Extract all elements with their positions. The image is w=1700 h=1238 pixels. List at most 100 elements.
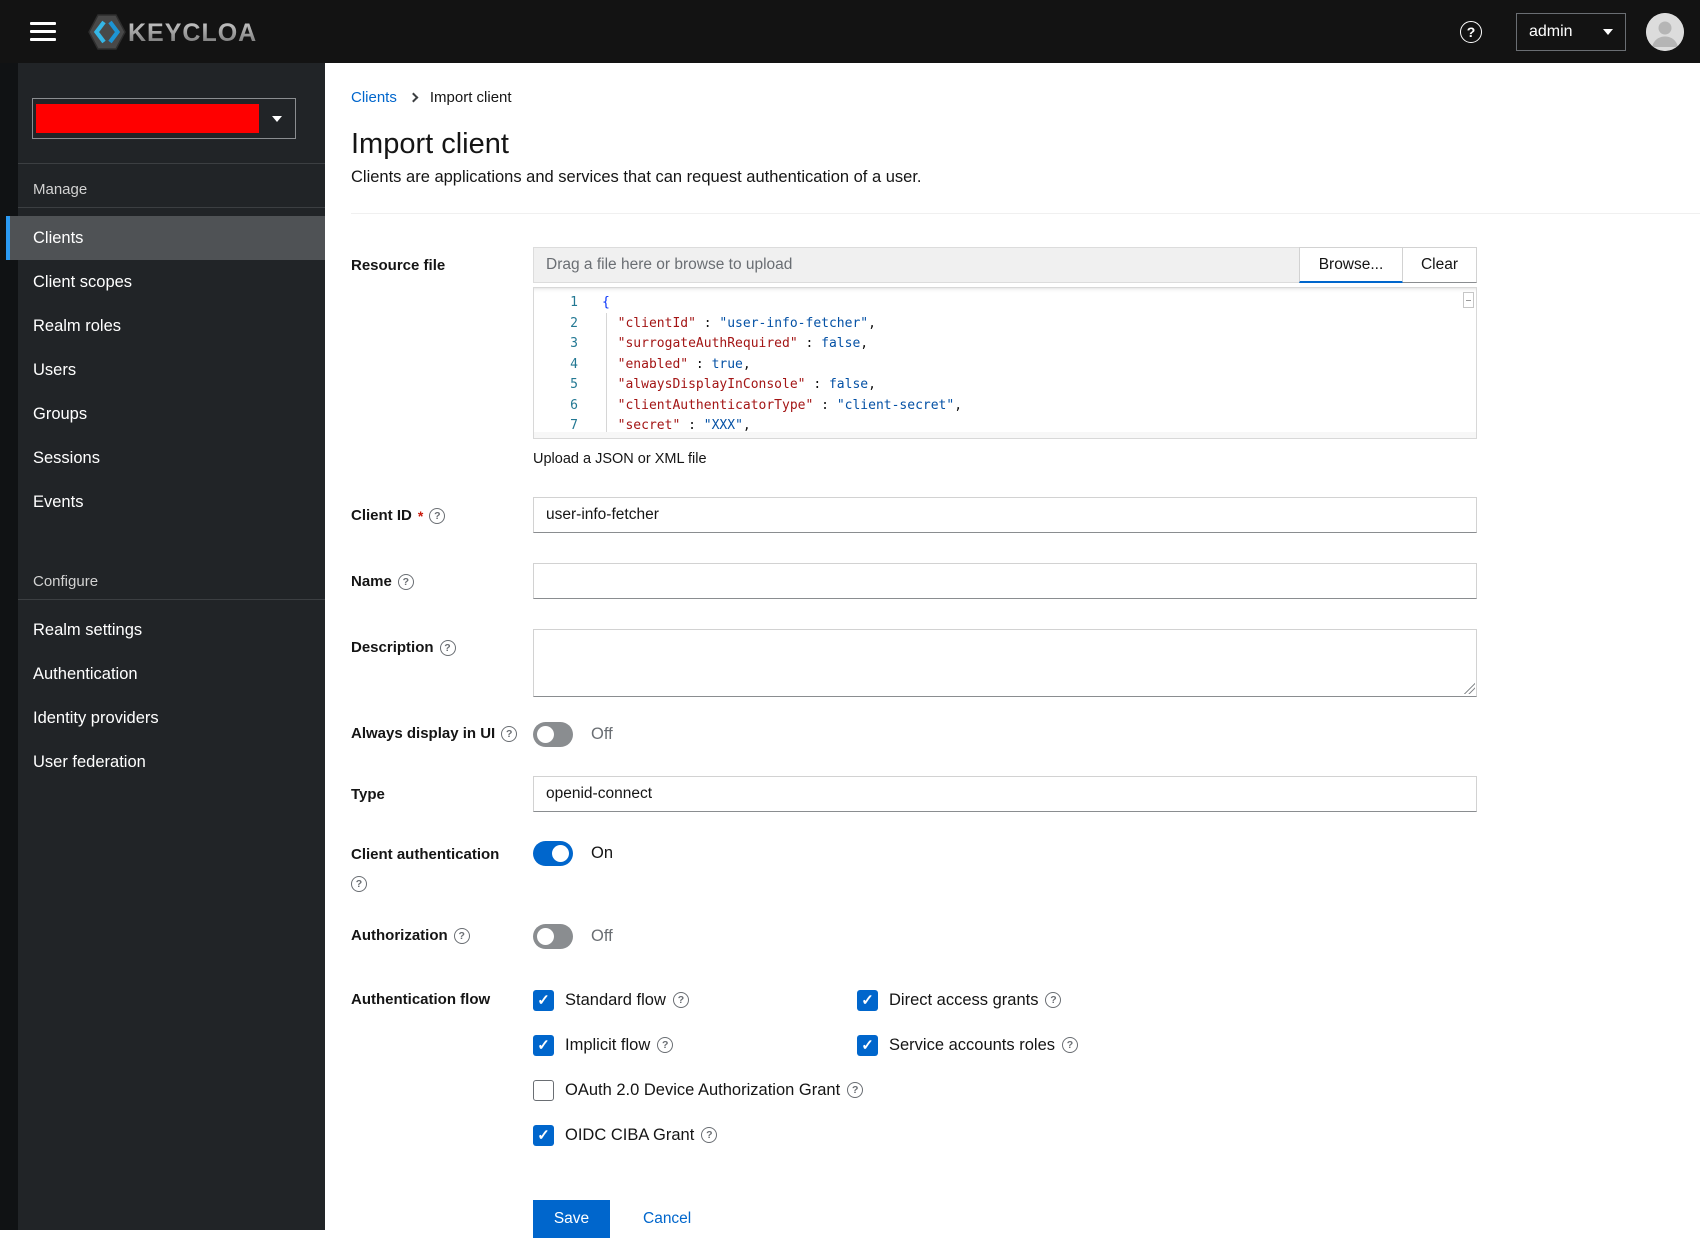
code-line: 6 "clientAuthenticatorType" : "client-se… <box>534 396 1476 417</box>
name-input[interactable] <box>533 563 1477 599</box>
sidebar-item-user-federation[interactable]: User federation <box>0 740 325 784</box>
line-number: 2 <box>570 315 578 331</box>
always-display-label: Always display in UI <box>351 721 533 742</box>
help-question-icon[interactable] <box>453 927 470 944</box>
sidebar-item-sessions[interactable]: Sessions <box>0 436 325 480</box>
authentication-flow-label: Authentication flow <box>351 991 491 1008</box>
editor-scrollbar-thumb[interactable] <box>1463 292 1474 308</box>
code-editor[interactable]: 1 { 2 "clientId" : "user-info-fetcher", … <box>533 287 1477 439</box>
sidebar-item-authentication[interactable]: Authentication <box>0 652 325 696</box>
type-label: Type <box>351 786 385 803</box>
svg-text:KEYCLOAK: KEYCLOAK <box>128 19 256 47</box>
sidebar-item-client-scopes[interactable]: Client scopes <box>0 260 325 304</box>
page-title: Import client <box>351 128 509 160</box>
page-subtitle: Clients are applications and services th… <box>351 168 922 186</box>
type-input[interactable] <box>533 776 1477 812</box>
always-display-toggle[interactable] <box>533 721 573 747</box>
sidebar-item-realm-roles[interactable]: Realm roles <box>0 304 325 348</box>
editor-horizontal-scrollbar[interactable] <box>534 432 1476 438</box>
nav-group-manage: Manage <box>33 181 88 198</box>
user-menu-label: admin <box>1529 22 1573 40</box>
file-upload-input[interactable]: Drag a file here or browse to upload <box>533 247 1299 283</box>
checkbox-oidc-ciba-grant: OIDC CIBA Grant <box>533 1124 1477 1146</box>
help-question-icon[interactable] <box>501 725 518 742</box>
browse-button[interactable]: Browse... <box>1299 247 1403 283</box>
upload-helper-text: Upload a JSON or XML file <box>533 451 707 467</box>
description-row: Description <box>351 629 1700 697</box>
checkbox-implicit-flow: Implicit flow <box>533 1034 857 1056</box>
always-display-row: Always display in UI Off <box>351 721 1700 747</box>
checkbox-standard-flow: Standard flow <box>533 989 857 1011</box>
code-line: 1 { <box>534 293 1476 314</box>
line-number: 6 <box>570 397 578 413</box>
resource-file-label: Resource file <box>351 257 446 274</box>
code-line: 5 "alwaysDisplayInConsole" : false, <box>534 375 1476 396</box>
user-menu-dropdown[interactable]: admin <box>1516 12 1626 51</box>
checkbox-checked-icon[interactable] <box>533 1034 554 1056</box>
help-icon[interactable]: ? <box>1460 20 1482 43</box>
client-authentication-toggle[interactable] <box>533 840 573 866</box>
client-id-row: Client ID * <box>351 497 1700 533</box>
realm-caret-down-icon <box>272 115 282 122</box>
help-question-icon[interactable] <box>672 992 689 1008</box>
breadcrumb: Clients Import client <box>351 89 1700 106</box>
sidebar-nav: Manage Clients Client scopes Realm roles… <box>0 163 325 784</box>
hamburger-menu-icon[interactable] <box>30 22 56 41</box>
cancel-button[interactable]: Cancel <box>643 1210 691 1228</box>
help-question-icon[interactable] <box>847 1082 864 1098</box>
client-id-input[interactable] <box>533 497 1477 533</box>
keycloak-logo-image: KEYCLOAK <box>88 13 256 50</box>
nav-group-configure: Configure <box>33 573 99 590</box>
line-number: 3 <box>570 336 578 351</box>
checkbox-checked-icon[interactable] <box>857 989 878 1011</box>
sidebar-item-identity-providers[interactable]: Identity providers <box>0 696 325 740</box>
description-textarea[interactable] <box>533 629 1477 697</box>
checkbox-checked-icon[interactable] <box>533 989 554 1011</box>
type-row: Type <box>351 776 1700 812</box>
sidebar-item-users[interactable]: Users <box>0 348 325 392</box>
sidebar-item-events[interactable]: Events <box>0 480 325 524</box>
sidebar-item-groups[interactable]: Groups <box>0 392 325 436</box>
checkbox-checked-icon[interactable] <box>857 1034 878 1056</box>
breadcrumb-current: Import client <box>429 89 512 106</box>
help-question-icon[interactable] <box>397 573 414 590</box>
save-button[interactable]: Save <box>533 1200 610 1238</box>
name-row: Name <box>351 563 1700 599</box>
help-question-icon[interactable] <box>1062 1037 1078 1053</box>
client-authentication-row: Client authentication On <box>351 840 1700 892</box>
keycloak-logo: KEYCLOAK <box>86 12 256 52</box>
caret-down-icon <box>1603 28 1613 35</box>
client-authentication-label: Client authentication <box>351 840 533 892</box>
resource-file-row: Resource file Drag a file here or browse… <box>351 247 1700 467</box>
breadcrumb-link-clients[interactable]: Clients <box>351 89 397 106</box>
checkbox-direct-access-grants: Direct access grants <box>857 989 1477 1011</box>
help-question-icon[interactable] <box>701 1127 718 1143</box>
help-question-icon[interactable] <box>439 639 456 656</box>
description-label: Description <box>351 629 533 656</box>
authentication-flow-row: Authentication flow Standard flow Direct… <box>351 989 1700 1146</box>
help-question-icon[interactable] <box>1045 992 1062 1008</box>
help-question-icon[interactable] <box>657 1037 674 1053</box>
line-number: 5 <box>570 377 578 392</box>
client-id-label: Client ID * <box>351 497 533 524</box>
main-content: Clients Import client Import client Clie… <box>325 63 1700 1238</box>
sidebar-item-realm-settings[interactable]: Realm settings <box>0 608 325 652</box>
help-question-icon[interactable] <box>429 507 446 524</box>
line-number: 1 <box>570 295 578 310</box>
help-question-icon[interactable] <box>351 876 367 892</box>
sidebar-item-clients[interactable]: Clients <box>6 216 325 260</box>
checkbox-oauth-device-grant: OAuth 2.0 Device Authorization Grant <box>533 1079 1477 1101</box>
user-icon <box>1646 12 1684 51</box>
chevron-right-icon <box>408 92 419 103</box>
line-number: 4 <box>570 356 578 372</box>
checkbox-checked-icon[interactable] <box>533 1124 554 1146</box>
authorization-toggle[interactable] <box>533 923 573 949</box>
masthead: KEYCLOAK ? admin <box>0 0 1700 63</box>
clear-button[interactable]: Clear <box>1403 247 1477 283</box>
avatar[interactable] <box>1646 12 1684 51</box>
sidebar: Manage Clients Client scopes Realm roles… <box>0 63 325 1230</box>
realm-selector[interactable] <box>32 98 296 139</box>
authentication-flow-options: Standard flow Direct access grants Impli… <box>533 989 1477 1146</box>
toggle-state-label: Off <box>591 724 613 743</box>
checkbox-unchecked-icon[interactable] <box>533 1079 554 1101</box>
